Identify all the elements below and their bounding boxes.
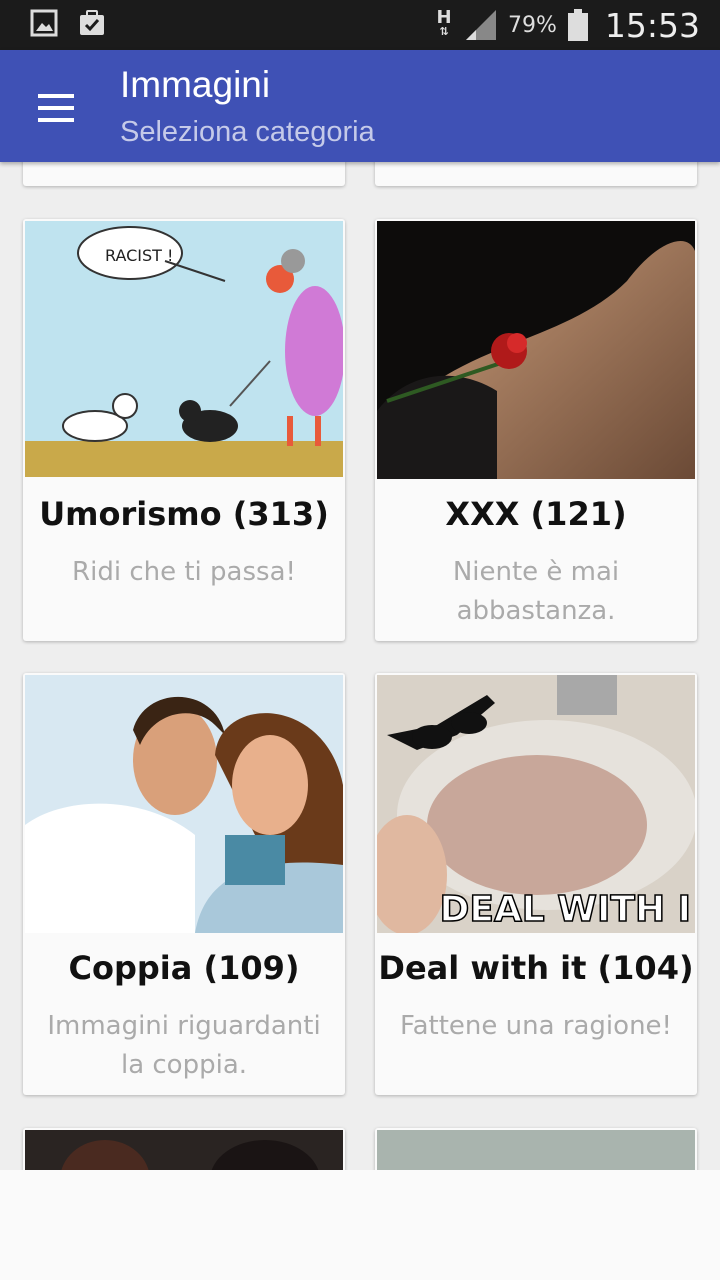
hedgehog-photo: DEAL WITH I [377,675,695,933]
category-title: Umorismo (313) [39,495,329,533]
hamburger-icon [38,94,74,98]
battery-percent: 79% [507,12,557,38]
svg-text:RACIST !: RACIST ! [105,246,173,265]
clipboard-check-icon [80,10,104,35]
category-card-partial[interactable] [23,1128,345,1170]
app-subtitle: Seleziona categoria [120,116,375,148]
category-card-umorismo[interactable]: RACIST ! Umorismo (313) Ridi che ti pass… [23,219,345,641]
status-bar: H ⇅ 79% 15:53 [0,0,720,50]
app-bar: Immagini Seleziona categoria [0,50,720,162]
category-card-partial[interactable] [375,1128,697,1170]
category-grid[interactable]: RACIST ! Umorismo (313) Ridi che ti pass… [0,162,720,1170]
couple-photo [25,675,343,933]
clock: 15:53 [604,5,700,45]
menu-button[interactable] [22,76,90,136]
category-description: Fattene una ragione! [400,1011,672,1041]
app-title: Immagini [120,64,271,105]
category-card-coppia[interactable]: Coppia (109) Immagini riguardanti la cop… [23,673,345,1095]
image-caption: DEAL WITH I [439,889,691,930]
rose-photo [377,221,695,479]
category-card-partial[interactable] [375,162,697,186]
category-title: Coppia (109) [68,949,300,987]
gallery-notification-icon [30,9,58,37]
category-card-xxx[interactable]: XXX (121) Niente è mai abbastanza. [375,219,697,641]
category-title: XXX (121) [445,495,627,533]
cartoon-image: RACIST ! [25,221,343,477]
battery-icon [567,9,588,41]
category-description: Niente è mai abbastanza. [452,557,620,626]
category-title: Deal with it (104) [378,949,694,987]
bottom-blank-area [0,1170,720,1280]
category-card-partial[interactable] [23,162,345,186]
partial-photo [25,1130,343,1170]
category-description: Immagini riguardanti la coppia. [47,1011,321,1080]
partial-photo [377,1130,695,1170]
signal-icon [465,10,496,40]
category-description: Ridi che ti passa! [72,557,296,587]
network-type-icon: H ⇅ [436,7,452,39]
category-card-deal-with-it[interactable]: DEAL WITH I Deal with it (104) Fattene u… [375,673,697,1095]
